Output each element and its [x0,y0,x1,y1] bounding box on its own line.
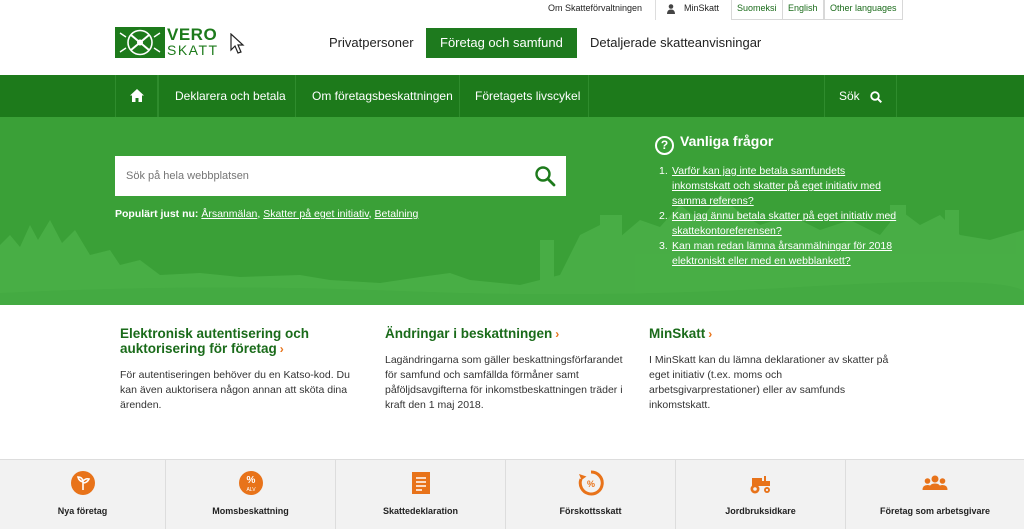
popular-label: Populärt just nu: [115,208,199,220]
faq-link-1[interactable]: Varför kan jag inte betala samfundets in… [672,165,881,207]
home-button[interactable] [115,75,158,117]
site-search [115,156,566,196]
subnav-foretagets-livscykel[interactable]: Företagets livscykel [459,75,589,117]
column-text: I MinSkatt kan du lämna deklarationer av… [649,354,889,411]
faq-link-2[interactable]: Kan jag ännu betala skatter på eget init… [672,210,896,237]
tile-label: Företag som arbetsgivare [879,506,991,516]
nav-foretag-och-samfund[interactable]: Företag och samfund [426,28,577,58]
subnav-deklarera-och-betala[interactable]: Deklarera och betala [158,75,295,117]
divider [655,0,656,20]
tile-label: Förskottsskatt [559,506,622,516]
svg-text:%: % [586,479,594,489]
tile-label: Skattedeklaration [382,506,459,516]
chevron-right-icon: › [279,342,284,356]
column-title-link[interactable]: Elektronisk autentisering och auktoriser… [120,326,365,357]
user-icon [667,4,675,14]
column-text: Lagändringarna som gäller beskattningsfö… [385,354,623,411]
question-icon: ? [655,136,674,155]
lang-other[interactable]: Other languages [824,0,903,20]
column-title-link[interactable]: Ändringar i beskattningen › [385,326,625,342]
faq-list: 1. Varför kan jag inte betala samfundets … [659,164,899,269]
coin-sprout-icon [70,471,95,495]
chevron-right-icon: › [555,327,560,341]
tile-label: Jordbruksidkare [725,506,796,516]
mouse-cursor-icon [230,33,245,54]
svg-text:ALV: ALV [246,487,256,493]
column-andringar: Ändringar i beskattningen › Lagändringarn… [385,326,625,413]
column-title-link[interactable]: MinSkatt › [649,326,889,342]
home-icon [130,89,144,102]
logo-text-skatt: SKATT [167,42,219,58]
lang-suomeksi[interactable]: Suomeksi [731,0,783,20]
column-autentisering: Elektronisk autentisering och auktoriser… [120,326,365,413]
percent-alv-icon: %ALV [238,471,263,495]
quick-links-bar: Nya företag % ALV Momsbeskattning Skatted… [0,459,1024,529]
search-icon [870,91,882,103]
subnav-search-button[interactable]: Sök [824,75,897,117]
tile-label: Nya företag [57,506,108,516]
popular-link-arsanmalan[interactable]: Årsanmälan [201,208,257,220]
section-nav: Deklarera och betala Om företagsbeskattn… [0,75,1024,117]
tile-skattedeklaration[interactable]: Skattedeklaration [336,460,506,529]
nav-privatpersoner[interactable]: Privatpersoner [329,28,414,58]
popular-link-skatter-pa-eget-initiativ[interactable]: Skatter på eget initiativ [263,208,368,220]
people-group-icon [922,475,948,490]
percent-cycle-icon: % [578,470,604,496]
site-search-input[interactable] [115,156,515,196]
tractor-icon [750,476,770,494]
search-icon[interactable] [534,165,556,187]
chevron-right-icon: › [708,327,713,341]
column-title: Ändringar i beskattningen [385,326,553,341]
faq-item: 3. Kan man redan lämna årsanmälningar för… [659,240,893,267]
tile-nya-foretag[interactable]: Nya företag [0,460,166,529]
hero-banner: Populärt just nu: Årsanmälan, Skatter på… [0,117,1024,305]
vero-logo[interactable]: VERO SKATT [115,25,217,58]
subnav-om-foretagsbeskattningen[interactable]: Om företagsbeskattningen [295,75,459,117]
column-title: MinSkatt [649,326,706,341]
faq-link-3[interactable]: Kan man redan lämna årsanmälningar för 2… [672,240,892,267]
tile-momsbeskattning[interactable]: % ALV Momsbeskattning [166,460,336,529]
popular-link-betalning[interactable]: Betalning [375,208,419,220]
column-text: För autentiseringen behöver du en Katso-… [120,369,350,411]
nav-detaljerade-skatteanvisningar[interactable]: Detaljerade skatteanvisningar [590,28,761,58]
tile-label: Momsbeskattning [212,506,289,516]
column-minskatt: MinSkatt › I MinSkatt kan du lämna deklar… [649,326,889,413]
faq-item: 1. Varför kan jag inte betala samfundets … [659,165,881,207]
minskatt-link[interactable]: MinSkatt [684,0,719,20]
subnav-search-label: Sök [839,89,860,103]
tile-jordbruksidkare[interactable]: Jordbruksidkare [676,460,846,529]
faq-item: 2. Kan jag ännu betala skatter på eget in… [659,210,897,237]
tile-forskottsskatt[interactable]: % Förskottsskatt [506,460,676,529]
popular-links: Populärt just nu: Årsanmälan, Skatter på… [115,208,419,220]
faq-title-text: Vanliga frågor [680,133,774,149]
tile-foretag-som-arbetsgivare[interactable]: Företag som arbetsgivare [846,460,1024,529]
lang-english[interactable]: English [782,0,824,20]
about-link[interactable]: Om Skatteförvaltningen [548,0,642,20]
faq-heading: ? Vanliga frågor [655,133,773,155]
document-icon [411,472,430,494]
svg-text:%: % [246,475,255,486]
utility-bar: Om Skatteförvaltningen MinSkatt Suomeksi… [0,0,1024,20]
